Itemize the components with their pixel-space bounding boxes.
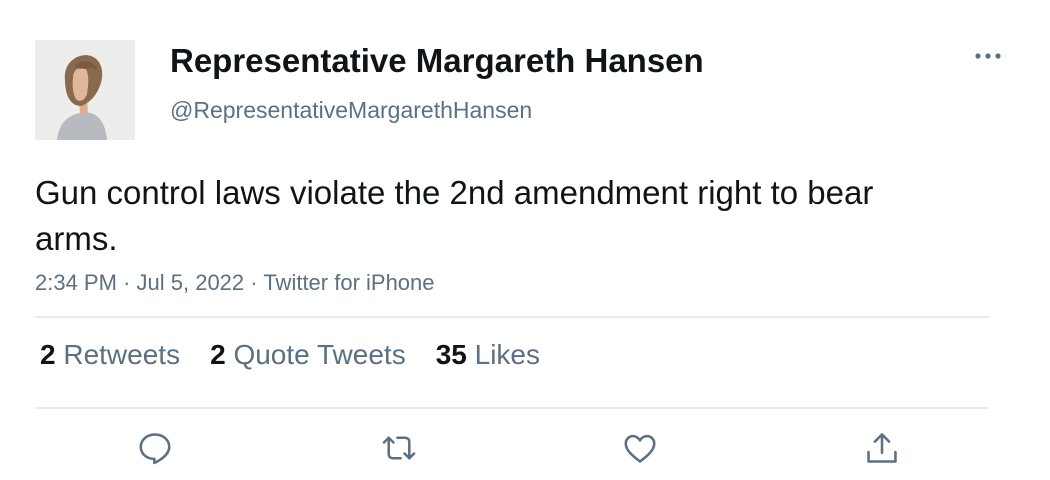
divider: [35, 407, 990, 409]
tweet-source[interactable]: Twitter for iPhone: [263, 270, 434, 295]
user-handle[interactable]: @RepresentativeMargarethHansen: [170, 97, 532, 124]
engagement-stats: 2 Retweets 2 Quote Tweets 35 Likes: [40, 339, 540, 371]
tweet-meta: 2:34 PM · Jul 5, 2022 · Twitter for iPho…: [35, 270, 435, 296]
reply-icon: [139, 433, 171, 465]
meta-separator: ·: [250, 270, 258, 295]
avatar-photo: [35, 40, 135, 140]
retweets-label: Retweets: [63, 339, 181, 370]
tweet-text: Gun control laws violate the 2nd amendme…: [35, 174, 874, 257]
more-options-button[interactable]: [970, 46, 1006, 66]
quote-tweets-label: Quote Tweets: [233, 339, 406, 370]
like-button[interactable]: [620, 428, 660, 468]
likes-count: 35: [435, 339, 467, 370]
divider: [35, 316, 990, 318]
meta-separator: ·: [123, 270, 131, 295]
tweet-date[interactable]: Jul 5, 2022: [137, 270, 245, 295]
reply-button[interactable]: [135, 428, 175, 468]
share-button[interactable]: [862, 428, 902, 468]
heart-icon: [624, 434, 656, 463]
quote-tweets-count: 2: [210, 339, 226, 370]
retweet-button[interactable]: [379, 428, 419, 468]
more-icon: [975, 53, 1001, 59]
likes-label: Likes: [474, 339, 541, 370]
avatar[interactable]: [35, 40, 135, 140]
likes-stat[interactable]: 35 Likes: [436, 339, 540, 371]
retweets-count: 2: [40, 339, 56, 370]
display-name[interactable]: Representative Margareth Hansen: [170, 42, 704, 80]
retweets-stat[interactable]: 2 Retweets: [40, 339, 180, 371]
tweet-time[interactable]: 2:34 PM: [35, 270, 117, 295]
quote-tweets-stat[interactable]: 2 Quote Tweets: [210, 339, 406, 371]
share-icon: [867, 433, 897, 463]
retweet-icon: [382, 436, 416, 460]
tweet-card: Representative Margareth Hansen @Represe…: [0, 0, 1050, 480]
